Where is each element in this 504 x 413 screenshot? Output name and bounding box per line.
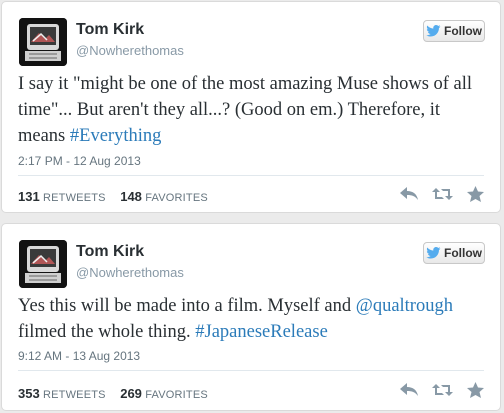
follow-button[interactable]: Follow — [423, 20, 485, 42]
hashtag-link[interactable]: #JapaneseRelease — [195, 322, 328, 342]
display-name[interactable]: Tom Kirk — [76, 243, 144, 261]
twitter-bird-icon — [426, 25, 441, 37]
retweet-icon[interactable] — [432, 185, 453, 203]
tweet-timestamp[interactable]: 2:17 PM - 12 Aug 2013 — [18, 154, 141, 168]
tweet-actions — [399, 185, 486, 203]
follow-label: Follow — [444, 24, 482, 38]
favorites-label: FAVORITES — [145, 389, 208, 401]
favorite-count[interactable]: 148 — [120, 189, 142, 204]
twitter-bird-icon — [426, 247, 441, 259]
star-icon[interactable] — [465, 185, 486, 203]
tweet-text: Yes this will be made into a film. Mysel… — [18, 293, 486, 345]
user-handle[interactable]: @Nowherethomas — [76, 43, 184, 58]
display-name[interactable]: Tom Kirk — [76, 21, 144, 39]
retweets-label: RETWEETS — [42, 389, 106, 401]
tweet-stats: 353 RETWEETS 269 FAVORITES — [18, 386, 208, 401]
avatar[interactable] — [19, 240, 67, 288]
favorites-label: FAVORITES — [145, 192, 208, 204]
divider — [18, 370, 484, 371]
tweet-text-segment: Yes this will be made into a film. Mysel… — [18, 296, 356, 316]
tweet-text-segment: filmed the whole thing. — [18, 322, 196, 342]
favorite-count[interactable]: 269 — [120, 386, 142, 401]
retweet-count[interactable]: 353 — [18, 386, 40, 401]
mention-link[interactable]: @qualtrough — [356, 296, 453, 316]
retweets-label: RETWEETS — [42, 192, 106, 204]
reply-icon[interactable] — [399, 381, 420, 399]
divider — [18, 175, 484, 176]
retweet-count[interactable]: 131 — [18, 189, 40, 204]
tweet-timestamp[interactable]: 9:12 AM - 13 Aug 2013 — [18, 349, 140, 363]
tweet-card: Tom Kirk @Nowherethomas Follow Yes this … — [1, 223, 501, 411]
user-handle[interactable]: @Nowherethomas — [76, 265, 184, 280]
star-icon[interactable] — [465, 381, 486, 399]
follow-button[interactable]: Follow — [423, 242, 485, 264]
reply-icon[interactable] — [399, 185, 420, 203]
tweet-actions — [399, 381, 486, 399]
follow-label: Follow — [444, 246, 482, 260]
tweet-card: Tom Kirk @Nowherethomas Follow I say it … — [1, 1, 501, 213]
tweet-stats: 131 RETWEETS 148 FAVORITES — [18, 189, 208, 204]
avatar[interactable] — [19, 18, 67, 66]
hashtag-link[interactable]: #Everything — [70, 126, 161, 146]
tweet-text: I say it "might be one of the most amazi… — [18, 71, 486, 149]
retweet-icon[interactable] — [432, 381, 453, 399]
